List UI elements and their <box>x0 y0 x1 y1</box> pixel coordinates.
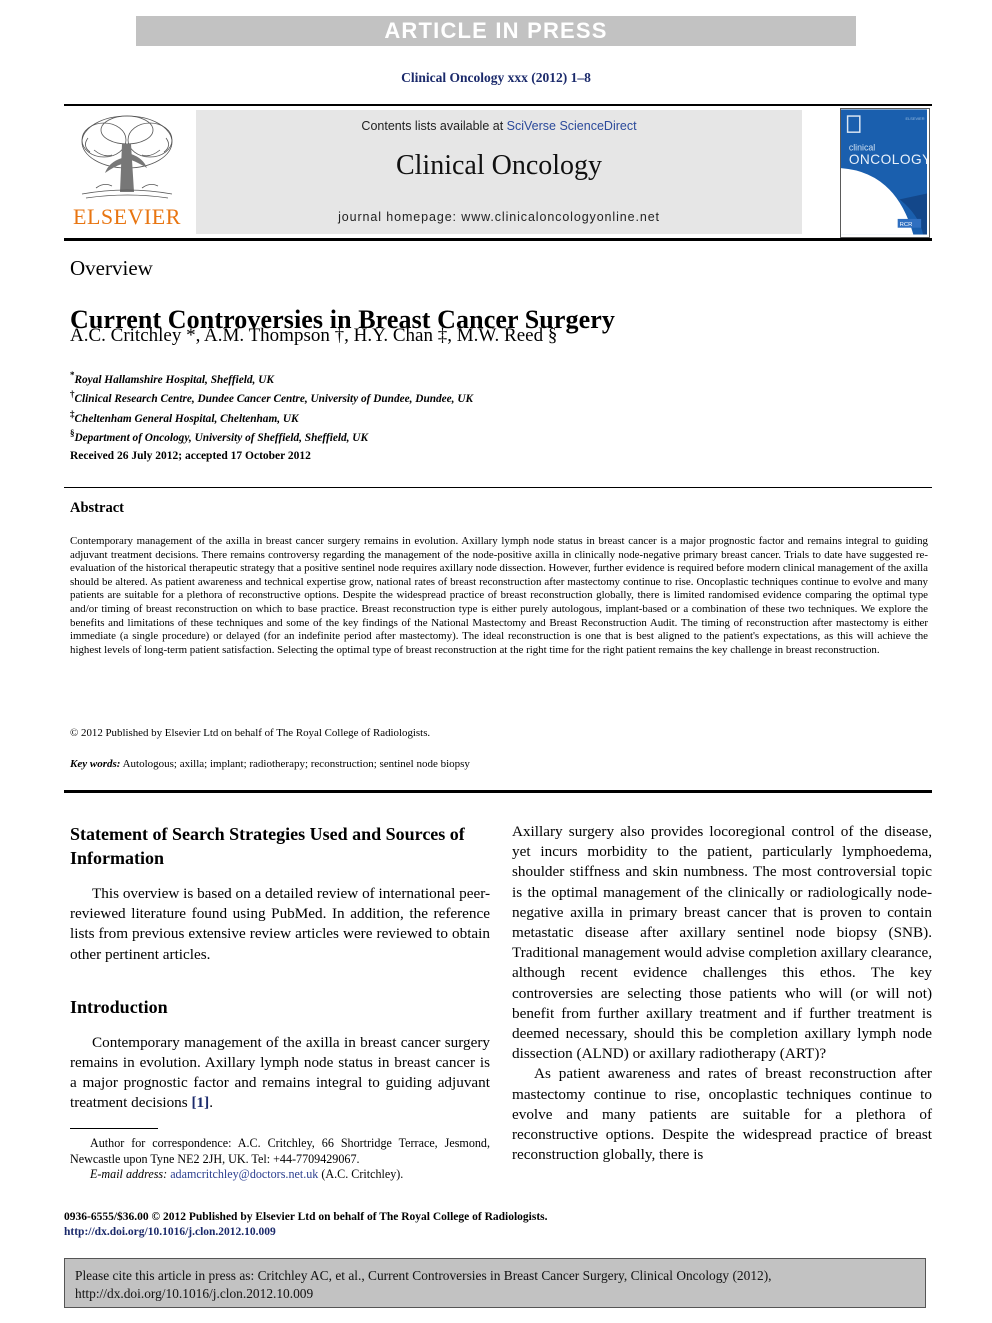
affiliation-list: *Royal Hallamshire Hospital, Sheffield, … <box>70 368 473 445</box>
elsevier-wordmark: ELSEVIER <box>73 204 181 229</box>
intro-text-post: . <box>209 1094 213 1112</box>
affiliation-text: Royal Hallamshire Hospital, Sheffield, U… <box>74 373 274 386</box>
intro-text-pre: Contemporary management of the axilla in… <box>70 1033 490 1112</box>
email-line: E-mail address: adamcritchley@doctors.ne… <box>70 1167 490 1183</box>
article-in-press-label: ARTICLE IN PRESS <box>384 18 608 43</box>
paragraph-patient-awareness: As patient awareness and rates of breast… <box>512 1065 932 1164</box>
contents-lists-line: Contents lists available at SciVerse Sci… <box>196 119 802 133</box>
paragraph-search-strategies: This overview is based on a detailed rev… <box>70 885 490 963</box>
svg-text:ONCOLOGY: ONCOLOGY <box>849 152 927 167</box>
abstract-body: Contemporary management of the axilla in… <box>70 535 928 656</box>
right-column: Axillary surgery also provides locoregio… <box>512 822 932 1165</box>
footnote-divider <box>70 1128 158 1129</box>
svg-text:clinical: clinical <box>849 143 875 153</box>
doi-link[interactable]: http://dx.doi.org/10.1016/j.clon.2012.10… <box>64 1226 276 1238</box>
section-heading-search-strategies: Statement of Search Strategies Used and … <box>70 824 465 868</box>
affiliation-item: §Department of Oncology, University of S… <box>70 426 473 445</box>
affiliation-item: ‡Cheltenham General Hospital, Cheltenham… <box>70 407 473 426</box>
contents-lists-prefix: Contents lists available at <box>361 119 507 133</box>
abstract-bottom-rule <box>64 790 932 793</box>
journal-homepage-line[interactable]: journal homepage: www.clinicaloncologyon… <box>196 210 802 224</box>
paragraph-introduction: Contemporary management of the axilla in… <box>70 1033 490 1114</box>
email-label: E-mail address: <box>90 1167 168 1181</box>
abstract-top-rule <box>64 487 932 488</box>
left-column: Statement of Search Strategies Used and … <box>70 822 490 1114</box>
svg-text:ELSEVIER: ELSEVIER <box>906 116 925 121</box>
elsevier-tree-icon <box>81 115 173 199</box>
article-type-label: Overview <box>70 256 153 280</box>
elsevier-logo: ELSEVIER <box>68 110 186 234</box>
citation-box: Please cite this article in press as: Cr… <box>64 1258 926 1308</box>
affiliation-item: †Clinical Research Centre, Dundee Cancer… <box>70 387 473 406</box>
email-link[interactable]: adamcritchley@doctors.net.uk <box>170 1167 318 1181</box>
keywords: Key words: Autologous; axilla; implant; … <box>70 758 928 770</box>
abstract-heading: Abstract <box>70 500 124 516</box>
email-owner: (A.C. Critchley). <box>318 1167 404 1181</box>
affiliation-text: Cheltenham General Hospital, Cheltenham,… <box>74 412 299 425</box>
abstract-copyright: © 2012 Published by Elsevier Ltd on beha… <box>70 727 431 739</box>
reference-link-1[interactable]: [1] <box>191 1094 209 1111</box>
journal-cover-thumbnail: clinical ONCOLOGY RCR ELSEVIER <box>840 108 930 238</box>
issn-copyright-line: 0936-6555/$36.00 © 2012 Published by Els… <box>64 1211 548 1223</box>
correspondence-footnote: Author for correspondence: A.C. Critchle… <box>70 1128 490 1183</box>
affiliation-item: *Royal Hallamshire Hospital, Sheffield, … <box>70 368 473 387</box>
affiliation-text: Clinical Research Centre, Dundee Cancer … <box>74 393 474 406</box>
correspondence-line: Author for correspondence: A.C. Critchle… <box>70 1136 490 1167</box>
journal-reference-line: Clinical Oncology xxx (2012) 1–8 <box>401 70 591 85</box>
paragraph-axillary-surgery: Axillary surgery also provides locoregio… <box>512 823 932 1063</box>
cover-artwork: clinical ONCOLOGY RCR ELSEVIER <box>841 109 929 235</box>
author-list: A.C. Critchley *, A.M. Thompson †, H.Y. … <box>70 325 558 346</box>
correspondence-label: Author for correspondence: <box>90 1136 232 1150</box>
section-heading-introduction: Introduction <box>70 996 168 1017</box>
svg-text:RCR: RCR <box>900 222 913 228</box>
article-history: Received 26 July 2012; accepted 17 Octob… <box>70 450 311 462</box>
affiliation-text: Department of Oncology, University of Sh… <box>74 431 369 444</box>
journal-masthead: ELSEVIER Contents lists available at Sci… <box>64 104 932 241</box>
sciencedirect-link[interactable]: SciVerse ScienceDirect <box>507 119 637 133</box>
keywords-label: Key words: <box>70 758 121 770</box>
keywords-value: Autologous; axilla; implant; radiotherap… <box>122 758 470 770</box>
masthead-grey-panel: Contents lists available at SciVerse Sci… <box>196 110 802 234</box>
article-in-press-banner: ARTICLE IN PRESS <box>136 16 856 46</box>
journal-title: Clinical Oncology <box>395 150 603 181</box>
citation-text: Please cite this article in press as: Cr… <box>75 1268 772 1301</box>
